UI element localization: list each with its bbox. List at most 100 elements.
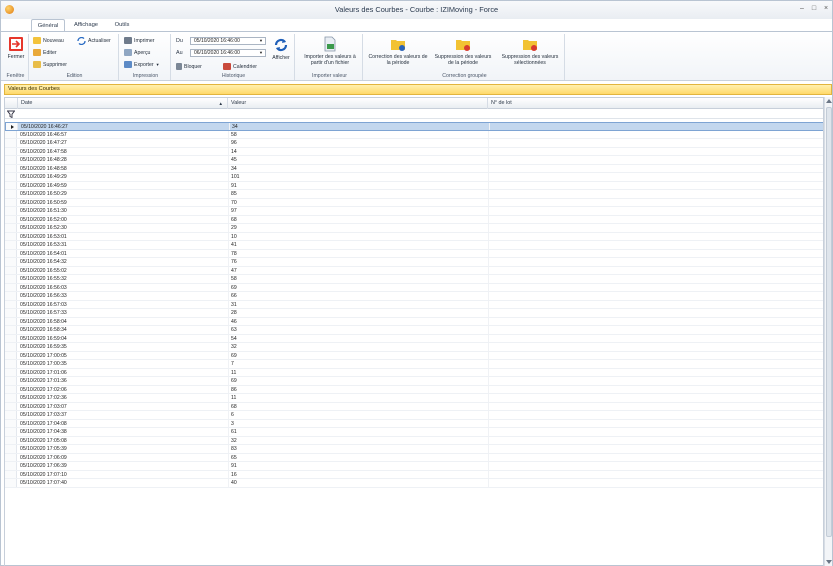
filter-icon[interactable]	[7, 110, 15, 118]
cell-date[interactable]: 05/10/2020 17:00:05	[18, 352, 228, 360]
table-row[interactable]: 05/10/2020 16:47:27 96	[5, 139, 823, 148]
cell-valeur[interactable]: 58	[228, 275, 488, 283]
cell-valeur[interactable]: 65	[228, 453, 488, 461]
row-selector[interactable]	[5, 428, 17, 436]
table-row[interactable]: 05/10/2020 17:06:39 91	[5, 462, 823, 471]
row-selector[interactable]	[5, 181, 17, 189]
cell-date[interactable]: 05/10/2020 17:04:08	[18, 420, 228, 428]
table-row[interactable]: 05/10/2020 16:52:00 68	[5, 215, 823, 224]
cell-lot[interactable]	[488, 428, 823, 436]
cell-date[interactable]: 05/10/2020 17:01:06	[18, 369, 228, 377]
cell-lot[interactable]	[488, 317, 823, 325]
cell-date[interactable]: 05/10/2020 17:00:35	[18, 360, 228, 368]
cell-date[interactable]: 05/10/2020 17:07:40	[18, 479, 228, 487]
row-selector[interactable]	[5, 351, 17, 359]
row-selector[interactable]	[5, 368, 17, 376]
table-row[interactable]: 05/10/2020 16:52:30 29	[5, 224, 823, 233]
cell-valeur[interactable]: 46	[228, 317, 488, 325]
row-selector[interactable]	[5, 385, 17, 393]
cell-lot[interactable]	[488, 402, 823, 410]
table-row[interactable]: 05/10/2020 16:55:32 58	[5, 275, 823, 284]
cell-date[interactable]: 05/10/2020 17:04:38	[18, 428, 228, 436]
row-selector[interactable]	[5, 377, 17, 385]
cell-valeur[interactable]: 31	[228, 300, 488, 308]
cell-date[interactable]: 05/10/2020 16:47:27	[18, 139, 228, 147]
row-selector[interactable]	[5, 343, 17, 351]
row-selector[interactable]	[5, 130, 17, 138]
row-selector[interactable]	[5, 241, 17, 249]
table-row[interactable]: 05/10/2020 16:47:58 14	[5, 147, 823, 156]
cell-lot[interactable]	[488, 156, 823, 164]
cell-lot[interactable]	[488, 394, 823, 402]
cell-valeur[interactable]: 10	[228, 232, 488, 240]
cell-date[interactable]: 05/10/2020 17:03:07	[18, 403, 228, 411]
row-selector[interactable]	[5, 190, 17, 198]
table-row[interactable]: 05/10/2020 16:49:59 91	[5, 181, 823, 190]
cell-lot[interactable]	[488, 266, 823, 274]
cell-lot[interactable]	[488, 164, 823, 172]
table-row[interactable]: 05/10/2020 16:59:04 54	[5, 334, 823, 343]
correction-periode-button[interactable]: Correction des valeurs de la période	[367, 36, 429, 66]
row-selector[interactable]	[5, 164, 17, 172]
table-row[interactable]: 05/10/2020 16:59:35 32	[5, 343, 823, 352]
table-row[interactable]: 05/10/2020 16:46:27 34	[5, 122, 823, 131]
table-row[interactable]: 05/10/2020 17:03:37 6	[5, 411, 823, 420]
cell-valeur[interactable]: 40	[228, 479, 488, 487]
cell-date[interactable]: 05/10/2020 16:52:00	[18, 216, 228, 224]
cell-lot[interactable]	[488, 462, 823, 470]
table-row[interactable]: 05/10/2020 17:07:10 16	[5, 470, 823, 479]
table-row[interactable]: 05/10/2020 17:01:06 11	[5, 368, 823, 377]
table-row[interactable]: 05/10/2020 16:53:31 41	[5, 241, 823, 250]
cell-date[interactable]: 05/10/2020 16:53:31	[18, 241, 228, 249]
row-selector[interactable]	[5, 470, 17, 478]
column-header-date[interactable]: Date ▲	[18, 98, 228, 109]
cell-date[interactable]: 05/10/2020 16:57:03	[18, 301, 228, 309]
cell-date[interactable]: 05/10/2020 16:46:27	[19, 123, 229, 130]
row-selector[interactable]	[5, 173, 17, 181]
table-row[interactable]: 05/10/2020 16:50:59 70	[5, 198, 823, 207]
table-row[interactable]: 05/10/2020 17:04:08 3	[5, 419, 823, 428]
cell-lot[interactable]	[488, 249, 823, 257]
cell-date[interactable]: 05/10/2020 17:01:36	[18, 377, 228, 385]
cell-lot[interactable]	[488, 309, 823, 317]
cell-date[interactable]: 05/10/2020 16:47:58	[18, 148, 228, 156]
table-row[interactable]: 05/10/2020 16:50:29 85	[5, 190, 823, 199]
cell-lot[interactable]	[488, 326, 823, 334]
cell-lot[interactable]	[488, 130, 823, 138]
cell-valeur[interactable]: 86	[228, 385, 488, 393]
cell-lot[interactable]	[488, 292, 823, 300]
cell-date[interactable]: 05/10/2020 17:05:39	[18, 445, 228, 453]
cell-date[interactable]: 05/10/2020 16:56:03	[18, 284, 228, 292]
cell-valeur[interactable]: 54	[228, 334, 488, 342]
cell-date[interactable]: 05/10/2020 16:50:59	[18, 199, 228, 207]
cell-date[interactable]: 05/10/2020 16:58:04	[18, 318, 228, 326]
cell-lot[interactable]	[488, 343, 823, 351]
table-row[interactable]: 05/10/2020 16:57:03 31	[5, 300, 823, 309]
cell-date[interactable]: 05/10/2020 17:06:09	[18, 454, 228, 462]
cell-date[interactable]: 05/10/2020 16:55:32	[18, 275, 228, 283]
cell-lot[interactable]	[488, 368, 823, 376]
apercu-button[interactable]: Aperçu	[124, 49, 150, 56]
row-selector[interactable]	[5, 139, 17, 147]
row-selector[interactable]	[5, 309, 17, 317]
cell-date[interactable]: 05/10/2020 17:07:10	[18, 471, 228, 479]
cell-valeur[interactable]: 68	[228, 402, 488, 410]
table-row[interactable]: 05/10/2020 16:54:01 78	[5, 249, 823, 258]
cell-lot[interactable]	[488, 232, 823, 240]
editer-button[interactable]: Editer	[33, 49, 57, 56]
cell-lot[interactable]	[488, 445, 823, 453]
table-row[interactable]: 05/10/2020 16:48:58 34	[5, 164, 823, 173]
cell-valeur[interactable]: 28	[228, 309, 488, 317]
bloquer-button[interactable]: Bloquer	[176, 63, 202, 70]
row-selector[interactable]	[5, 292, 17, 300]
importer-button[interactable]: Importer des valeurs à partir d'un fichi…	[299, 36, 361, 66]
cell-lot[interactable]	[488, 334, 823, 342]
cell-lot[interactable]	[488, 283, 823, 291]
maximize-button[interactable]: □	[809, 4, 819, 14]
table-row[interactable]: 05/10/2020 17:02:06 86	[5, 385, 823, 394]
table-row[interactable]: 05/10/2020 17:00:05 69	[5, 351, 823, 360]
row-selector[interactable]	[5, 224, 17, 232]
table-row[interactable]: 05/10/2020 17:03:07 68	[5, 402, 823, 411]
cell-valeur[interactable]: 14	[228, 147, 488, 155]
cell-date[interactable]: 05/10/2020 16:51:30	[18, 207, 228, 215]
